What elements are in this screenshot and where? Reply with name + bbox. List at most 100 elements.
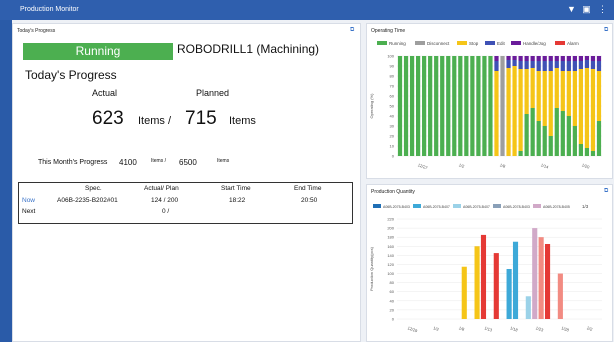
bar-segment — [572, 126, 577, 156]
actual-value: 623 — [92, 108, 124, 129]
bar-segment — [494, 71, 499, 156]
bar-segment — [566, 71, 571, 116]
x-tick-label: 12/27 — [417, 162, 429, 170]
bar-segment — [428, 56, 433, 156]
bar-segment — [422, 56, 427, 156]
planned-label: Planned — [196, 88, 230, 98]
y-tick-label: 220 — [387, 217, 394, 222]
x-tick-label: 1/23 — [535, 325, 545, 333]
bar-segment — [415, 56, 421, 156]
bar-segment — [590, 61, 596, 69]
actual-label: Actual — [92, 88, 118, 98]
x-tick-label: 12/29 — [407, 325, 419, 333]
expand-icon[interactable]: ⧉ — [604, 27, 608, 34]
y-tick-label: 10 — [390, 144, 395, 149]
bar-segment — [458, 56, 463, 156]
panel-title: Today's Progress — [17, 28, 56, 34]
window-title: Production Monitor — [20, 6, 79, 13]
table-header: Start Time — [221, 185, 251, 192]
y-tick-label: 20 — [390, 134, 395, 139]
bar-segment — [554, 108, 559, 156]
bar-segment — [548, 136, 553, 156]
legend-swatch — [485, 41, 495, 45]
expand-icon[interactable]: ⧉ — [604, 188, 608, 195]
todays-progress-panel: Today's Progress ⧉ Running ROBODRILL1 (M… — [12, 23, 361, 342]
filter-icon[interactable]: ▼ — [566, 4, 577, 15]
bar-segment — [518, 56, 523, 61]
bar — [480, 234, 487, 319]
bar-segment — [512, 66, 517, 156]
legend-swatch — [377, 41, 387, 45]
legend-swatch — [555, 41, 565, 45]
table-cell: A06B-2235-B202#01 — [57, 197, 118, 204]
bar-segment — [397, 56, 403, 156]
expand-icon[interactable]: ⧉ — [350, 27, 354, 34]
y-tick-label: 200 — [387, 226, 394, 231]
legend-swatch — [373, 204, 381, 208]
table-cell: 124 / 200 — [151, 197, 179, 204]
y-tick-label: 160 — [387, 244, 394, 249]
legend-label: Alarm — [567, 41, 579, 46]
machine-name: ROBODRILL1 (Machining) — [177, 42, 320, 56]
bar-segment — [596, 121, 602, 156]
bar-segment — [566, 56, 571, 61]
legend-label: A06B-2075-B403 — [383, 205, 410, 209]
y-axis-label: Operating (%) — [369, 93, 374, 119]
y-tick-label: 20 — [390, 307, 395, 312]
table-cell: 20:50 — [301, 197, 318, 204]
section-heading: Today's Progress — [25, 68, 117, 82]
x-tick-label: 1/8 — [499, 162, 507, 169]
bar-segment — [409, 56, 415, 156]
y-tick-label: 100 — [387, 271, 394, 276]
x-tick-label: 1/13 — [484, 325, 494, 333]
bar-segment — [566, 61, 571, 71]
bar-segment — [590, 56, 596, 61]
bar-segment — [578, 61, 584, 69]
legend-label: A06B-2075-B407 — [463, 205, 490, 209]
bar-segment — [596, 56, 602, 61]
bar-segment — [554, 61, 559, 68]
production-quantity-panel: Production Quantity ⧉ A06B-2075-B403 A06B… — [366, 184, 613, 342]
bar-segment — [536, 121, 541, 156]
bar-segment — [554, 56, 559, 61]
bar-segment — [440, 56, 445, 156]
bar-segment — [536, 61, 541, 71]
month-progress-label: This Month's Progress — [38, 159, 108, 166]
legend-pager: 1/3 — [582, 204, 589, 209]
bar-segment — [530, 61, 535, 68]
bar — [544, 244, 551, 319]
bar — [474, 246, 480, 319]
bar-segment — [494, 61, 499, 71]
bar — [538, 237, 544, 319]
bar-segment — [578, 56, 584, 61]
legend-swatch — [413, 204, 421, 208]
month-actual: 4100 — [119, 158, 137, 167]
bar — [493, 253, 499, 319]
x-tick-label: 1/14 — [540, 162, 550, 170]
y-tick-label: 60 — [390, 94, 395, 99]
y-axis-label: Production Quantity(pcs) — [369, 246, 374, 291]
status-badge: Running — [23, 43, 173, 60]
bar — [557, 273, 563, 319]
table-header: End Time — [294, 185, 322, 192]
bar-segment — [560, 61, 565, 71]
bar-segment — [542, 71, 547, 126]
bar-segment — [518, 61, 523, 69]
legend-label: A06B-2075-B407 — [423, 205, 450, 209]
x-tick-label: 2/2 — [586, 325, 594, 332]
bar-segment — [542, 126, 547, 156]
legend-label: A06B-2078-B403 — [503, 205, 530, 209]
y-tick-label: 50 — [390, 104, 395, 109]
month-items: Items — [217, 158, 230, 164]
bar-segment — [494, 56, 499, 61]
window-titlebar: Production Monitor ▼ ▣ ⋮ — [0, 0, 614, 20]
y-tick-label: 90 — [390, 64, 395, 69]
bar-segment — [530, 68, 535, 108]
save-icon[interactable]: ▣ — [581, 4, 592, 15]
bar-segment — [530, 108, 535, 156]
bar-segment — [536, 71, 541, 121]
bar-segment — [560, 71, 565, 111]
bar-segment — [524, 61, 529, 69]
more-icon[interactable]: ⋮ — [597, 4, 608, 15]
bar-segment — [506, 60, 511, 68]
